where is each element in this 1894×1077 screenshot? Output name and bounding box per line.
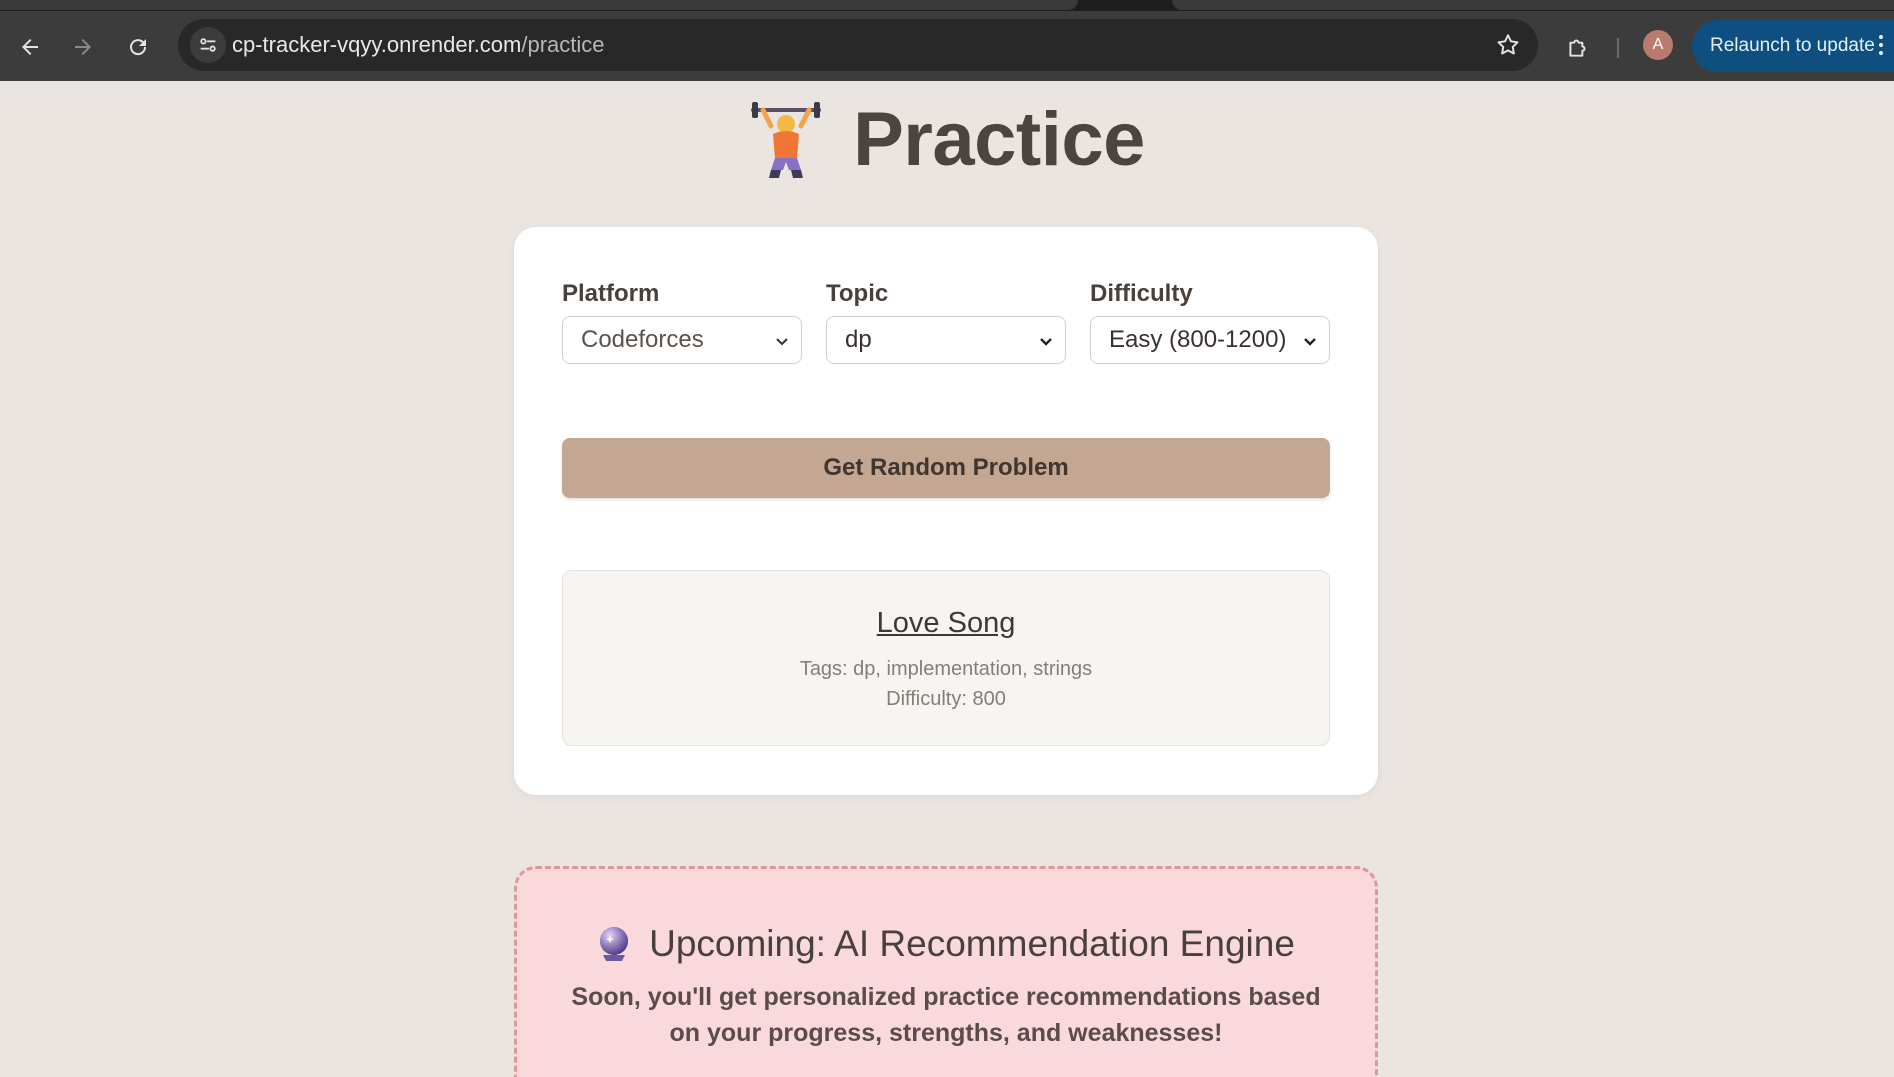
chevron-down-icon: [1040, 338, 1052, 346]
url-host: cp-tracker-vqyy.onrender.com: [232, 32, 522, 57]
back-button[interactable]: [12, 29, 48, 65]
upcoming-title: Upcoming: AI Recommendation Engine: [649, 923, 1295, 964]
site-info-button[interactable]: [190, 27, 226, 63]
forward-arrow-icon: [75, 39, 91, 55]
crystal-ball-icon: [600, 927, 629, 961]
get-random-problem-button[interactable]: Get Random Problem: [562, 438, 1330, 498]
url-path: /practice: [521, 32, 605, 57]
difficulty-field: Difficulty Easy (800-1200): [1090, 280, 1330, 364]
topic-field: Topic dp: [826, 280, 1066, 364]
url-text[interactable]: cp-tracker-vqyy.onrender.com/practice: [232, 19, 605, 71]
reload-button[interactable]: [120, 29, 156, 65]
browser-toolbar: cp-tracker-vqyy.onrender.com/practice A …: [0, 11, 1894, 81]
profile-avatar[interactable]: A: [1643, 30, 1673, 60]
tab-strip: [0, 0, 1894, 11]
platform-field: Platform Codeforces: [562, 280, 802, 364]
browser-tab[interactable]: [1172, 0, 1894, 10]
difficulty-value: Easy (800-1200): [1109, 326, 1287, 353]
back-arrow-icon: [22, 39, 38, 55]
upcoming-feature-card: Upcoming: AI Recommendation Engine Soon,…: [514, 866, 1378, 1077]
practice-card: Platform Codeforces Topic dp Difficulty …: [514, 227, 1378, 795]
bookmark-button[interactable]: [1494, 31, 1522, 59]
chevron-down-icon: [1304, 338, 1316, 346]
problem-difficulty: Difficulty: 800: [886, 688, 1006, 710]
page-title: Practice: [853, 97, 1145, 182]
problem-title-link[interactable]: Love Song: [877, 607, 1016, 640]
topic-label: Topic: [826, 280, 889, 307]
problem-tags: Tags: dp, implementation, strings: [799, 658, 1093, 680]
platform-select[interactable]: Codeforces: [562, 316, 802, 364]
forward-button[interactable]: [65, 29, 101, 65]
browser-tab[interactable]: [0, 0, 1078, 10]
reload-icon: [130, 39, 147, 56]
upcoming-description: Soon, you'll get personalized practice r…: [571, 983, 1321, 1047]
address-bar[interactable]: cp-tracker-vqyy.onrender.com/practice: [178, 19, 1538, 71]
platform-label: Platform: [562, 280, 660, 307]
relaunch-button[interactable]: Relaunch to update: [1692, 20, 1894, 72]
star-icon: [1497, 34, 1519, 55]
weightlifter-icon: [751, 101, 822, 178]
topic-value: dp: [845, 326, 872, 353]
puzzle-icon: [1569, 39, 1586, 57]
problem-result: Love Song Tags: dp, implementation, stri…: [562, 570, 1330, 746]
toolbar-divider: [1617, 38, 1619, 58]
extensions-button[interactable]: [1560, 29, 1596, 65]
topic-select[interactable]: dp: [826, 316, 1066, 364]
chevron-down-icon: [776, 338, 788, 346]
difficulty-select[interactable]: Easy (800-1200): [1090, 316, 1330, 364]
page-header: Practice: [0, 96, 1894, 183]
platform-value: Codeforces: [581, 326, 704, 353]
upcoming-heading: Upcoming: AI Recommendation Engine: [517, 923, 1375, 965]
tune-icon: [200, 38, 216, 52]
menu-icon[interactable]: [1876, 31, 1886, 63]
difficulty-label: Difficulty: [1090, 280, 1193, 307]
